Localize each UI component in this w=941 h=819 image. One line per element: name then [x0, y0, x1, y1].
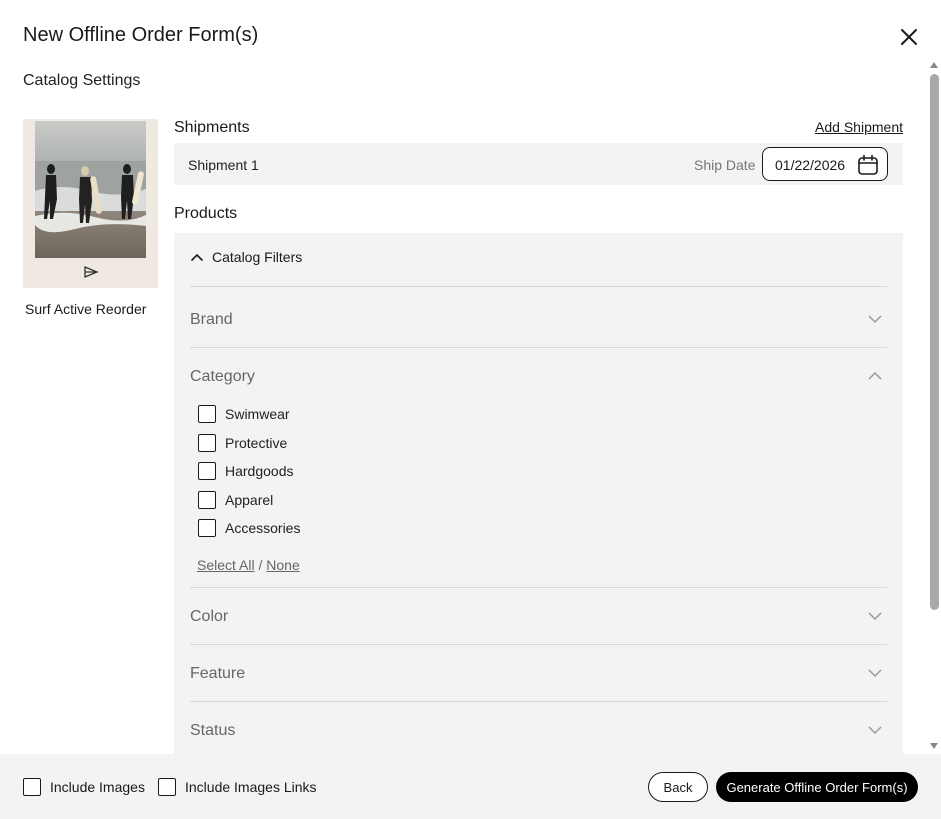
select-all-link[interactable]: Select All: [197, 557, 255, 573]
brand-logo-icon: [83, 265, 99, 279]
option-label: Swimwear: [225, 406, 290, 422]
include-images-checkbox[interactable]: Include Images: [23, 778, 145, 796]
category-option-swimwear[interactable]: Swimwear: [198, 405, 290, 423]
divider: [190, 644, 887, 645]
checkbox[interactable]: [198, 434, 216, 452]
category-option-apparel[interactable]: Apparel: [198, 491, 273, 509]
close-icon: [901, 29, 917, 45]
facet-category[interactable]: Category: [190, 368, 887, 424]
option-label: Hardgoods: [225, 463, 294, 479]
divider: [190, 286, 887, 287]
add-shipment-link[interactable]: Add Shipment: [815, 119, 903, 135]
ship-date-value: 01/22/2026: [775, 157, 846, 173]
facet-label: Feature: [190, 665, 246, 682]
facet-label: Category: [190, 368, 255, 385]
chevron-down-icon: [868, 315, 882, 324]
select-none-link[interactable]: None: [266, 557, 299, 573]
chevron-down-icon: [868, 726, 882, 735]
facet-brand[interactable]: Brand: [190, 311, 887, 367]
catalog-name: Surf Active Reorder: [25, 301, 147, 317]
divider: [190, 347, 887, 348]
shipments-heading: Shipments: [174, 119, 250, 136]
calendar-icon[interactable]: [857, 154, 879, 176]
include-images-label: Include Images: [50, 779, 145, 795]
facet-feature[interactable]: Feature: [190, 665, 887, 721]
chevron-down-icon: [868, 669, 882, 678]
category-option-hardgoods[interactable]: Hardgoods: [198, 462, 294, 480]
ship-date-label: Ship Date: [694, 157, 756, 173]
checkbox[interactable]: [198, 405, 216, 423]
scroll-up-arrow-icon[interactable]: [930, 62, 938, 68]
category-option-protective[interactable]: Protective: [198, 434, 287, 452]
facet-label: Color: [190, 608, 229, 625]
scroll-thumb[interactable]: [930, 74, 939, 610]
select-links: Select All / None: [197, 557, 300, 573]
option-label: Protective: [225, 435, 288, 451]
checkbox[interactable]: [198, 519, 216, 537]
shipment-name: Shipment 1: [188, 157, 259, 173]
include-images-links-label: Include Images Links: [185, 779, 317, 795]
catalog-filters-label: Catalog Filters: [212, 249, 303, 265]
catalog-thumbnail[interactable]: [23, 119, 158, 288]
checkbox[interactable]: [198, 462, 216, 480]
select-separator: /: [258, 557, 263, 573]
catalog-filters-toggle[interactable]: Catalog Filters: [190, 248, 302, 266]
back-button[interactable]: Back: [648, 772, 708, 802]
surfers-photo: [35, 121, 146, 258]
facet-color[interactable]: Color: [190, 608, 887, 664]
checkbox[interactable]: [158, 778, 176, 796]
scroll-down-arrow-icon[interactable]: [930, 743, 938, 749]
category-option-accessories[interactable]: Accessories: [198, 519, 300, 537]
facet-label: Brand: [190, 311, 233, 328]
dialog-footer: Include Images Include Images Links Back…: [0, 754, 941, 819]
divider: [190, 701, 887, 702]
ship-date-input[interactable]: 01/22/2026: [762, 147, 888, 181]
include-images-links-checkbox[interactable]: Include Images Links: [158, 778, 317, 796]
chevron-up-icon: [191, 253, 203, 261]
close-button[interactable]: [897, 25, 921, 49]
checkbox[interactable]: [23, 778, 41, 796]
divider: [190, 587, 887, 588]
chevron-up-icon: [868, 371, 882, 380]
dialog-title: New Offline Order Form(s): [23, 24, 259, 46]
checkbox[interactable]: [198, 491, 216, 509]
catalog-settings-heading: Catalog Settings: [23, 72, 141, 89]
shipment-row: Shipment 1 Ship Date 01/22/2026: [174, 143, 903, 185]
facet-label: Status: [190, 722, 236, 739]
catalog-filters-panel: Catalog Filters Brand Category Swimwear …: [174, 233, 903, 763]
vertical-scrollbar[interactable]: [928, 62, 941, 752]
generate-offline-order-forms-button[interactable]: Generate Offline Order Form(s): [716, 772, 918, 802]
chevron-down-icon: [868, 612, 882, 621]
option-label: Accessories: [225, 520, 301, 536]
products-heading: Products: [174, 205, 238, 222]
option-label: Apparel: [225, 492, 274, 508]
